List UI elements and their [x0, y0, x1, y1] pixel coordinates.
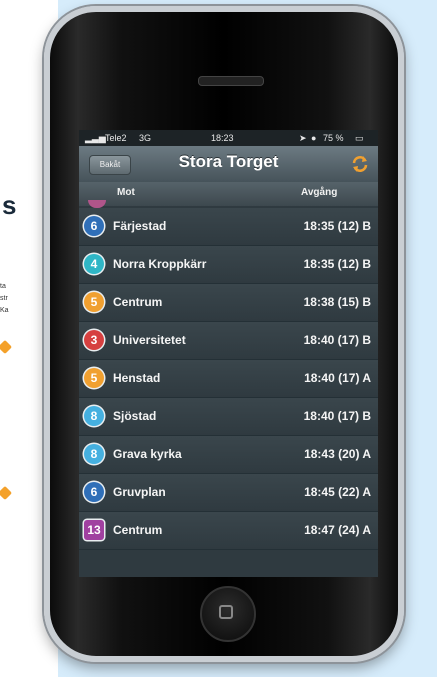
destination-name: Henstad: [113, 371, 161, 385]
speaker-grille: [198, 76, 264, 86]
departure-time: 18:45 (22) A: [304, 485, 371, 499]
departure-time: 18:40 (17) B: [303, 409, 371, 423]
line-number-badge: 5: [84, 368, 104, 388]
app-screen: ▂▃▅ Tele2 3G 18:23 ➤ ● 75 % ▭ Bakåt Stor…: [79, 130, 378, 577]
departure-row[interactable]: 6 Färjestad 18:35 (12) B: [79, 208, 378, 246]
line-number-badge: 8: [84, 406, 104, 426]
left-page-heading: s: [2, 190, 17, 220]
battery-percent: 75 %: [323, 133, 344, 143]
departure-time: 18:38 (15) B: [303, 295, 371, 309]
destination-name: Sjöstad: [113, 409, 157, 423]
network-label: 3G: [139, 133, 152, 143]
navigation-bar: Bakåt Stora Torget: [79, 146, 378, 183]
departure-row[interactable]: 4 Norra Kroppkärr 18:35 (12) B: [79, 246, 378, 284]
line-number-badge: 13: [84, 520, 104, 540]
left-page-text: str: [0, 295, 8, 302]
destination-name: Grava kyrka: [113, 447, 182, 461]
status-bar: ▂▃▅ Tele2 3G 18:23 ➤ ● 75 % ▭: [79, 130, 378, 146]
line-number-badge: 3: [84, 330, 104, 350]
departure-time: 18:43 (20) A: [304, 447, 371, 461]
line-number-badge: 8: [84, 444, 104, 464]
departure-row[interactable]: 8 Grava kyrka 18:43 (20) A: [79, 436, 378, 474]
page-title: Stora Torget: [178, 152, 279, 171]
departure-row[interactable]: 5 Henstad 18:40 (17) A: [79, 360, 378, 398]
left-page-text: Ka: [0, 307, 9, 314]
destination-name: Centrum: [113, 523, 163, 537]
departure-time: 18:35 (12) B: [303, 219, 371, 233]
lock-icon: ●: [311, 133, 317, 143]
location-icon: ➤: [299, 133, 307, 143]
destination-name: Norra Kroppkärr: [113, 257, 207, 271]
departure-row[interactable]: 8 Sjöstad 18:40 (17) B: [79, 398, 378, 436]
line-number-badge: 6: [84, 216, 104, 236]
refresh-icon[interactable]: [351, 155, 369, 173]
line-number-badge: 5: [84, 292, 104, 312]
departure-time: 18:40 (17) B: [303, 333, 371, 347]
line-number-badge: 6: [84, 482, 104, 502]
departure-row[interactable]: 13 Centrum 18:47 (24) A: [79, 512, 378, 550]
carrier-label: Tele2: [105, 133, 127, 143]
departure-row[interactable]: 5 Centrum 18:38 (15) B: [79, 284, 378, 322]
map-marker-icon: [0, 339, 13, 355]
line-number-badge: 4: [84, 254, 104, 274]
departure-list: 6 Färjestad 18:35 (12) B 4 Norra Kroppkärr 18…: [79, 208, 378, 550]
departure-time: 18:47 (24) A: [304, 523, 371, 537]
destination-name: Färjestad: [113, 219, 167, 233]
departure-row[interactable]: 3 Universitetet 18:40 (17) B: [79, 322, 378, 360]
home-button[interactable]: [200, 586, 256, 642]
partial-line-badge: [88, 200, 106, 208]
departure-row[interactable]: 6 Gruvplan 18:45 (22) A: [79, 474, 378, 512]
departure-time: 18:35 (12) B: [303, 257, 371, 271]
signal-icon: ▂▃▅: [85, 133, 106, 143]
left-page-text: ta: [0, 283, 6, 290]
destination-name: Gruvplan: [113, 485, 166, 499]
home-square-icon: [219, 605, 233, 619]
departure-time: 18:40 (17) A: [304, 371, 371, 385]
destination-column-label: Mot: [117, 187, 135, 198]
map-marker-icon: [0, 485, 13, 501]
column-header: Mot Avgång: [79, 182, 378, 206]
destination-name: Centrum: [113, 295, 163, 309]
departure-column-label: Avgång: [301, 187, 338, 198]
battery-icon: ▭: [355, 133, 364, 143]
destination-name: Universitetet: [113, 333, 186, 347]
clock: 18:23: [211, 133, 234, 143]
